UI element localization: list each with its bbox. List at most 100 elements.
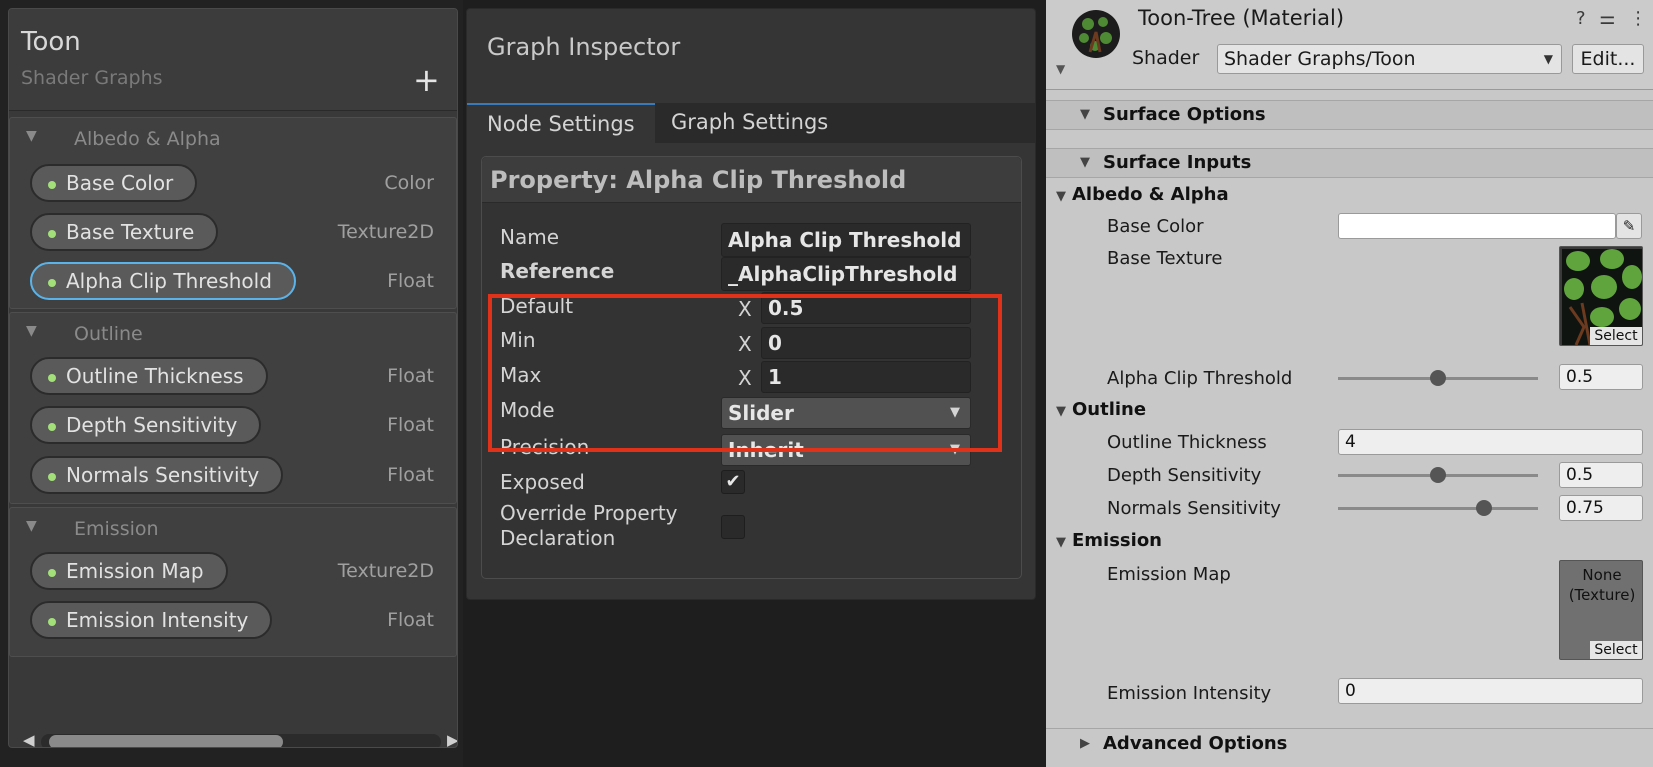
blackboard-panel: Toon Shader Graphs + ▼ Albedo & Alpha Ba… bbox=[8, 8, 458, 748]
chevron-down-icon: ▼ bbox=[1080, 155, 1090, 170]
blackboard-title: Toon bbox=[21, 27, 81, 57]
category-outline[interactable]: ▼ Outline Outline Thickness Float Depth … bbox=[9, 312, 457, 504]
eyedropper-icon[interactable]: ✎ bbox=[1616, 213, 1642, 239]
category-name: Outline bbox=[74, 323, 143, 345]
texture-none-text: None (Texture) bbox=[1560, 565, 1642, 605]
material-inspector: ▼ Toon-Tree (Material) ? ⚌ ⋮ Shader Shad… bbox=[1046, 0, 1653, 767]
chevron-down-icon: ▼ bbox=[1056, 535, 1066, 550]
property-pill-base-color[interactable]: Base Color bbox=[30, 164, 198, 202]
property-type: Texture2D bbox=[337, 221, 434, 243]
property-type: Color bbox=[384, 172, 434, 194]
outline-thickness-label: Outline Thickness bbox=[1107, 432, 1267, 453]
property-pill-base-texture[interactable]: Base Texture bbox=[30, 213, 219, 251]
property-pill-depth-sensitivity[interactable]: Depth Sensitivity bbox=[30, 406, 262, 444]
scroll-thumb[interactable] bbox=[49, 735, 283, 747]
property-type: Float bbox=[387, 609, 434, 631]
chevron-down-icon: ▼ bbox=[1543, 52, 1553, 66]
exposed-dot-icon bbox=[48, 473, 56, 481]
alpha-clip-label: Alpha Clip Threshold bbox=[1107, 368, 1293, 389]
graph-inspector-title: Graph Inspector bbox=[487, 33, 681, 61]
base-color-swatch[interactable] bbox=[1338, 213, 1616, 239]
exposed-dot-icon bbox=[48, 181, 56, 189]
outline-thickness-field[interactable]: 4 bbox=[1338, 429, 1643, 455]
exposed-dot-icon bbox=[48, 374, 56, 382]
property-label: Base Color bbox=[66, 171, 174, 195]
scroll-right-icon[interactable]: ▶ bbox=[447, 731, 457, 747]
alpha-clip-slider[interactable] bbox=[1338, 370, 1538, 386]
header-menu-icons[interactable]: ? ⚌ ⋮ bbox=[1576, 8, 1651, 29]
chevron-down-icon[interactable]: ▼ bbox=[26, 518, 37, 534]
property-title: Property: Alpha Clip Threshold bbox=[490, 166, 907, 194]
property-label: Base Texture bbox=[66, 220, 195, 244]
shader-dropdown[interactable]: Shader Graphs/Toon ▼ bbox=[1217, 44, 1562, 74]
exposed-label: Exposed bbox=[500, 470, 585, 494]
exposed-checkbox[interactable]: ✔ bbox=[721, 470, 745, 494]
none-line2: (Texture) bbox=[1568, 586, 1636, 604]
add-property-button[interactable]: + bbox=[413, 64, 440, 96]
depth-sensitivity-field[interactable]: 0.5 bbox=[1559, 462, 1643, 488]
group-emission[interactable]: ▼ Emission bbox=[1056, 530, 1162, 551]
tab-node-settings[interactable]: Node Settings bbox=[467, 103, 655, 143]
property-label: Emission Intensity bbox=[66, 608, 249, 632]
horizontal-scrollbar[interactable]: ◀ ▶ bbox=[19, 729, 457, 747]
property-pill-outline-thickness[interactable]: Outline Thickness bbox=[30, 357, 268, 395]
slider-knob[interactable] bbox=[1430, 370, 1446, 386]
base-texture-label: Base Texture bbox=[1107, 248, 1223, 269]
category-name: Albedo & Alpha bbox=[74, 128, 221, 150]
exposed-dot-icon bbox=[48, 230, 56, 238]
checkmark-icon: ✔ bbox=[725, 471, 741, 492]
section-title: Surface Options bbox=[1103, 104, 1266, 125]
emission-map-slot[interactable]: None (Texture) Select bbox=[1559, 560, 1643, 660]
tab-graph-settings[interactable]: Graph Settings bbox=[651, 103, 848, 143]
material-name: Toon-Tree (Material) bbox=[1138, 6, 1345, 30]
foldout-arrow-icon[interactable]: ▼ bbox=[1056, 62, 1065, 76]
group-outline[interactable]: ▼ Outline bbox=[1056, 399, 1146, 420]
exposed-dot-icon bbox=[48, 423, 56, 431]
section-title: Surface Inputs bbox=[1103, 152, 1252, 173]
edit-shader-button[interactable]: Edit... bbox=[1572, 44, 1644, 74]
slider-knob[interactable] bbox=[1476, 500, 1492, 516]
base-texture-slot[interactable]: Select bbox=[1559, 246, 1643, 346]
slider-knob[interactable] bbox=[1430, 467, 1446, 483]
override-label-line2: Declaration bbox=[500, 526, 616, 550]
depth-sensitivity-label: Depth Sensitivity bbox=[1107, 465, 1262, 486]
property-label: Normals Sensitivity bbox=[66, 463, 260, 487]
select-texture-button[interactable]: Select bbox=[1590, 327, 1642, 345]
property-settings-header: Property: Alpha Clip Threshold bbox=[482, 157, 1021, 203]
surface-options-header[interactable]: ▼ Surface Options bbox=[1046, 100, 1653, 130]
chevron-right-icon: ▶ bbox=[1080, 736, 1090, 751]
chevron-down-icon: ▼ bbox=[1056, 404, 1066, 419]
advanced-options-header[interactable]: ▶ Advanced Options bbox=[1046, 728, 1653, 760]
normals-sensitivity-slider[interactable] bbox=[1338, 500, 1538, 516]
chevron-down-icon[interactable]: ▼ bbox=[26, 323, 37, 339]
material-header: ▼ Toon-Tree (Material) ? ⚌ ⋮ Shader Shad… bbox=[1046, 0, 1653, 90]
depth-sensitivity-slider[interactable] bbox=[1338, 467, 1538, 483]
group-title: Outline bbox=[1072, 399, 1147, 420]
surface-inputs-header[interactable]: ▼ Surface Inputs bbox=[1046, 148, 1653, 178]
alpha-clip-field[interactable]: 0.5 bbox=[1559, 364, 1643, 390]
property-pill-emission-intensity[interactable]: Emission Intensity bbox=[30, 601, 273, 639]
none-line1: None bbox=[1582, 566, 1622, 584]
category-emission[interactable]: ▼ Emission Emission Map Texture2D Emissi… bbox=[9, 507, 457, 657]
scroll-left-icon[interactable]: ◀ bbox=[23, 731, 35, 747]
emission-intensity-label: Emission Intensity bbox=[1107, 683, 1272, 704]
reference-field[interactable]: _AlphaClipThreshold bbox=[721, 257, 971, 291]
property-type: Float bbox=[387, 414, 434, 436]
property-type: Float bbox=[387, 270, 434, 292]
property-label: Emission Map bbox=[66, 559, 204, 583]
exposed-dot-icon bbox=[48, 618, 56, 626]
normals-sensitivity-field[interactable]: 0.75 bbox=[1559, 495, 1643, 521]
exposed-dot-icon bbox=[48, 279, 56, 287]
group-albedo-alpha[interactable]: ▼ Albedo & Alpha bbox=[1056, 184, 1229, 205]
name-field[interactable]: Alpha Clip Threshold bbox=[721, 223, 971, 257]
category-albedo-alpha[interactable]: ▼ Albedo & Alpha Base Color Color Base T… bbox=[9, 117, 457, 309]
property-pill-emission-map[interactable]: Emission Map bbox=[30, 552, 228, 590]
property-pill-alpha-clip-threshold[interactable]: Alpha Clip Threshold bbox=[30, 262, 296, 300]
property-label: Depth Sensitivity bbox=[66, 413, 238, 437]
select-texture-button[interactable]: Select bbox=[1590, 641, 1642, 659]
emission-intensity-field[interactable]: 0 bbox=[1338, 678, 1643, 704]
chevron-down-icon[interactable]: ▼ bbox=[26, 128, 37, 144]
property-pill-normals-sensitivity[interactable]: Normals Sensitivity bbox=[30, 456, 284, 494]
property-label: Alpha Clip Threshold bbox=[66, 269, 272, 293]
override-declaration-checkbox[interactable] bbox=[721, 515, 745, 539]
